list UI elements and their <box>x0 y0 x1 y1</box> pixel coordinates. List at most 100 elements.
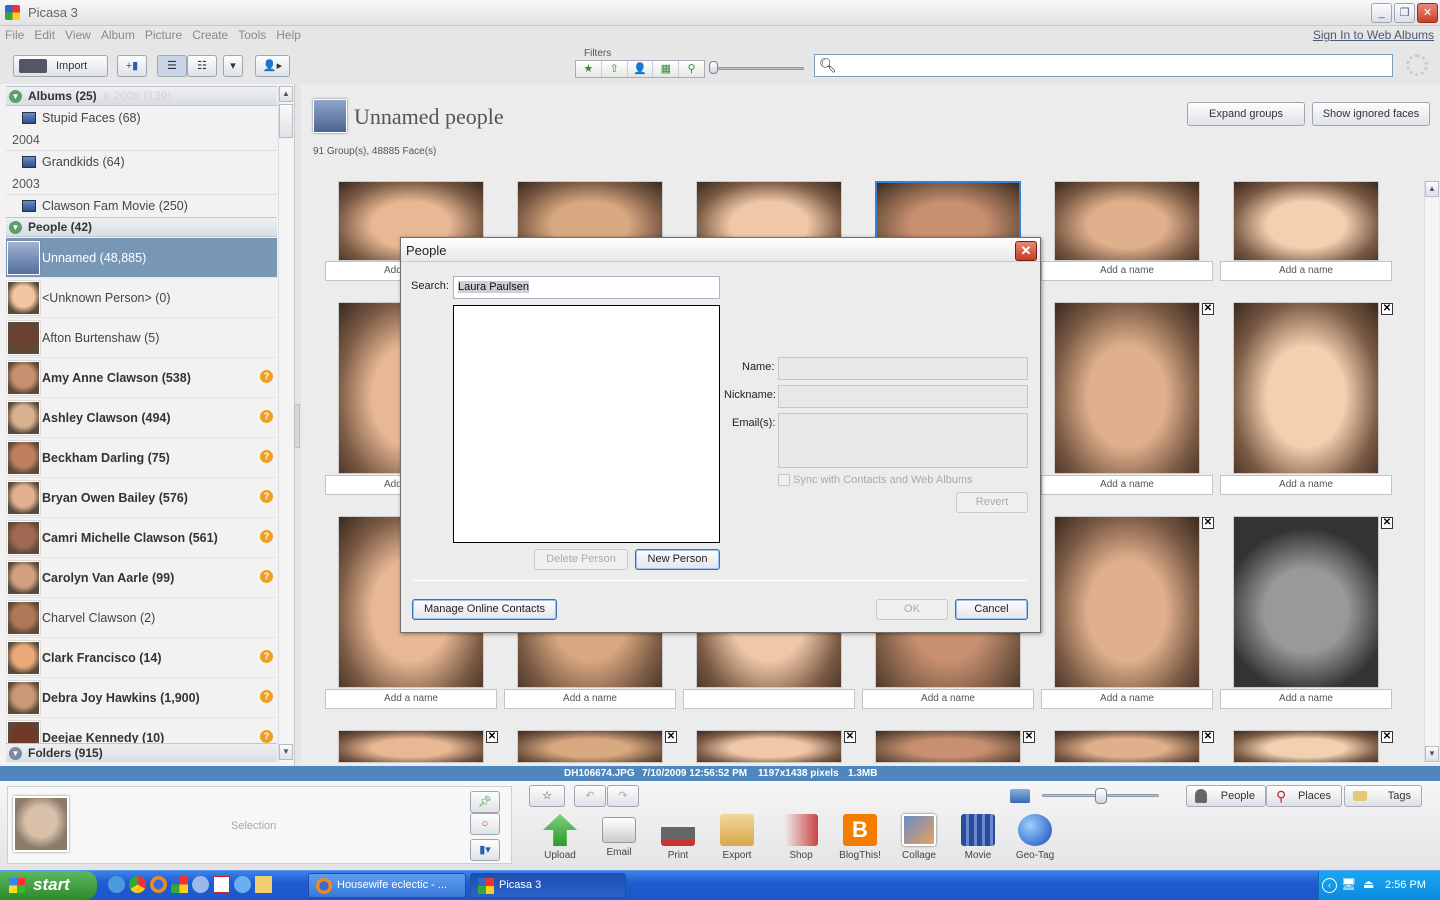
unconfirmed-faces-icon[interactable]: ? <box>260 730 273 743</box>
start-button[interactable]: start <box>0 871 97 900</box>
taskbar-item-firefox[interactable]: Housewife eclectic - ... <box>308 873 466 898</box>
people-tab[interactable]: People <box>1186 785 1266 807</box>
person-item[interactable]: Unnamed (48,885) <box>6 238 277 278</box>
face-thumbnail[interactable] <box>1233 181 1379 261</box>
movie-button[interactable]: Movie <box>948 814 1008 861</box>
unconfirmed-faces-icon[interactable]: ? <box>260 410 273 423</box>
person-list[interactable] <box>453 305 720 543</box>
face-thumbnail[interactable] <box>1054 516 1200 688</box>
face-thumbnail[interactable] <box>1054 730 1200 763</box>
unconfirmed-faces-icon[interactable]: ? <box>260 690 273 703</box>
menu-file[interactable]: File <box>0 26 29 44</box>
album-item[interactable]: Grandkids (64) <box>6 151 277 173</box>
new-person-button[interactable]: New Person <box>635 549 720 570</box>
emails-field[interactable] <box>778 413 1028 468</box>
folders-header[interactable]: ▼ Folders (915) <box>6 743 277 762</box>
sign-in-link[interactable]: Sign In to Web Albums <box>1313 28 1434 42</box>
upload-filter-icon[interactable]: ⇧ <box>602 61 628 77</box>
unconfirmed-faces-icon[interactable]: ? <box>260 530 273 543</box>
person-item[interactable]: Debra Joy Hawkins (1,900)? <box>6 678 277 718</box>
face-thumbnail[interactable] <box>338 730 484 763</box>
add-name-field[interactable]: Add a name <box>862 689 1034 709</box>
ok-button[interactable]: OK <box>876 599 948 620</box>
menu-edit[interactable]: Edit <box>29 26 60 44</box>
dialog-close-button[interactable]: ✕ <box>1015 241 1037 261</box>
ignore-face-icon[interactable]: ✕ <box>486 731 498 743</box>
ignore-face-icon[interactable]: ✕ <box>844 731 856 743</box>
ignore-face-icon[interactable]: ✕ <box>1202 731 1214 743</box>
collapse-icon[interactable]: ▼ <box>9 221 22 234</box>
person-item[interactable]: Ashley Clawson (494)? <box>6 398 277 438</box>
delete-person-button[interactable]: Delete Person <box>534 549 628 570</box>
dropdown-button[interactable]: ▾ <box>223 55 243 77</box>
panel-splitter[interactable] <box>294 404 300 448</box>
safely-remove-icon[interactable]: ⏏︎ <box>1363 877 1374 891</box>
menu-picture[interactable]: Picture <box>140 26 187 44</box>
email-button[interactable]: Email <box>589 814 649 858</box>
star-filter-icon[interactable]: ★ <box>576 61 602 77</box>
face-thumbnail[interactable] <box>1054 302 1200 474</box>
thumbnail-view-button[interactable]: ☰ <box>157 55 187 77</box>
person-item[interactable]: Amy Anne Clawson (538)? <box>6 358 277 398</box>
face-thumbnail[interactable] <box>875 730 1021 763</box>
tray-expand-icon[interactable]: ‹ <box>1322 878 1337 893</box>
person-item[interactable]: <Unknown Person> (0) <box>6 278 277 318</box>
ie-icon[interactable] <box>108 876 125 893</box>
scroll-up-button[interactable]: ▲ <box>1425 181 1439 197</box>
star-icon[interactable]: ☆ <box>529 785 565 807</box>
person-item[interactable]: Afton Burtenshaw (5) <box>6 318 277 358</box>
add-name-field[interactable]: Add a name <box>1041 261 1213 281</box>
main-scrollbar[interactable]: ▲ ▼ <box>1424 181 1439 763</box>
add-name-field[interactable]: Add a name <box>1041 689 1213 709</box>
acrobat-icon[interactable] <box>213 876 230 893</box>
people-header[interactable]: ▼ People (42) <box>6 217 277 237</box>
ignore-face-icon[interactable]: ✕ <box>1202 303 1214 315</box>
add-name-field[interactable]: Add a name <box>325 689 497 709</box>
face-thumbnail[interactable] <box>1233 730 1379 763</box>
album-item[interactable]: Clawson Fam Movie (250) <box>6 195 277 217</box>
album-item[interactable]: Stupid Faces (68) <box>6 107 277 129</box>
menu-album[interactable]: Album <box>96 26 140 44</box>
unconfirmed-faces-icon[interactable]: ? <box>260 570 273 583</box>
person-item[interactable]: Carolyn Van Aarle (99)? <box>6 558 277 598</box>
firefox-icon[interactable] <box>150 876 167 893</box>
upload-button[interactable]: Upload <box>530 814 590 861</box>
scroll-down-button[interactable]: ▼ <box>1425 746 1439 762</box>
ignore-face-icon[interactable]: ✕ <box>1023 731 1035 743</box>
person-search-input[interactable]: Laura Paulsen <box>453 276 720 299</box>
add-name-field[interactable] <box>683 689 855 709</box>
picasa-icon[interactable] <box>171 876 188 893</box>
add-name-field[interactable]: Add a name <box>1220 261 1392 281</box>
face-thumbnail[interactable] <box>517 730 663 763</box>
ignore-face-icon[interactable]: ✕ <box>1381 731 1393 743</box>
selected-photo-thumb[interactable] <box>13 796 69 852</box>
restore-button[interactable]: ❐ <box>1394 3 1415 23</box>
rotate-right-icon[interactable]: ↷ <box>607 785 639 807</box>
tags-tab[interactable]: Tags <box>1344 785 1422 807</box>
import-button[interactable]: Import <box>13 55 108 77</box>
person-item[interactable]: Bryan Owen Bailey (576)? <box>6 478 277 518</box>
collapse-icon[interactable]: ▼ <box>9 90 22 103</box>
unconfirmed-faces-icon[interactable]: ? <box>260 490 273 503</box>
add-name-field[interactable]: Add a name <box>504 689 676 709</box>
hold-pin-icon[interactable]: 📌︎ <box>470 791 500 813</box>
revert-button[interactable]: Revert <box>956 492 1028 513</box>
places-tab[interactable]: ⚲ Places <box>1266 785 1342 807</box>
add-to-album-icon[interactable]: ▮▾ <box>470 839 500 861</box>
filter-slider-track[interactable] <box>712 67 804 70</box>
unconfirmed-faces-icon[interactable]: ? <box>260 370 273 383</box>
tree-view-button[interactable]: ☷ <box>187 55 217 77</box>
sync-checkbox[interactable] <box>778 474 790 486</box>
chrome-icon[interactable] <box>129 876 146 893</box>
export-button[interactable]: Export <box>707 814 767 861</box>
scroll-up-button[interactable]: ▲ <box>279 86 293 102</box>
filter-slider-knob[interactable] <box>709 61 718 74</box>
person-item[interactable]: Camri Michelle Clawson (561)? <box>6 518 277 558</box>
people-manager-button[interactable]: 👤▸ <box>255 55 290 77</box>
unconfirmed-faces-icon[interactable]: ? <box>260 650 273 663</box>
geotag-button[interactable]: Geo-Tag <box>1005 814 1065 861</box>
close-button[interactable]: ✕ <box>1417 3 1438 23</box>
folder-shortcut-icon[interactable] <box>255 876 272 893</box>
ignore-face-icon[interactable]: ✕ <box>1202 517 1214 529</box>
blogthis-button[interactable]: B BlogThis! <box>830 814 890 861</box>
